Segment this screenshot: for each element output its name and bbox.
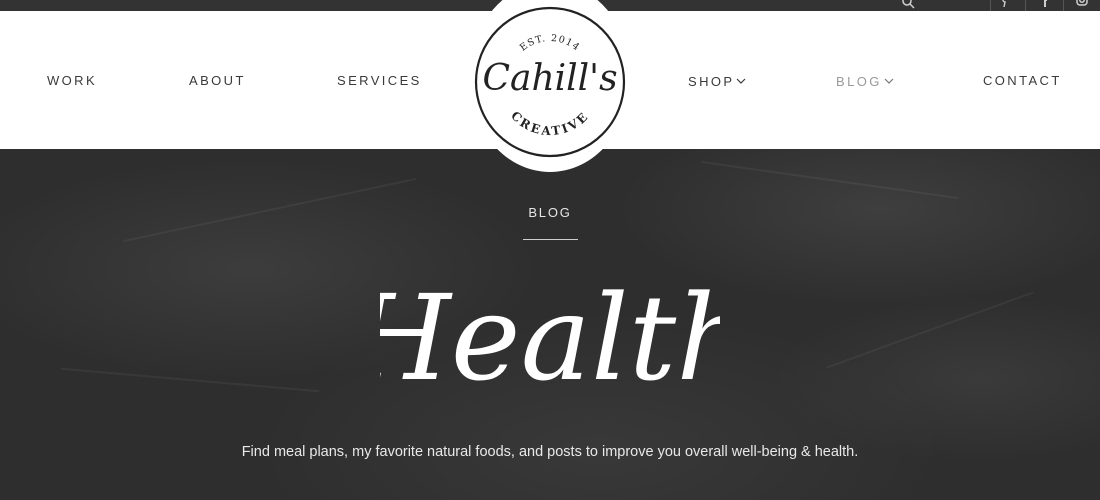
- chalk-streak: [701, 160, 959, 200]
- hero-title-text: Health: [380, 269, 720, 407]
- nav-blog-label: BLOG: [836, 74, 882, 89]
- nav-blog[interactable]: BLOG: [836, 73, 894, 89]
- topbar-divider: [990, 0, 991, 11]
- search-icon[interactable]: [902, 0, 917, 11]
- nav-contact[interactable]: CONTACT: [983, 73, 1062, 88]
- chalk-streak: [826, 291, 1034, 369]
- eyebrow-divider: [523, 239, 578, 240]
- hero-description: Find meal plans, my favorite natural foo…: [241, 444, 859, 460]
- chevron-down-icon: [736, 73, 746, 88]
- chalk-streak: [60, 367, 320, 393]
- hero-banner: BLOG Health Find meal plans, my favorite…: [0, 149, 1100, 500]
- facebook-icon[interactable]: [1040, 0, 1055, 11]
- topbar-divider: [1063, 0, 1064, 11]
- chevron-down-icon: [884, 73, 894, 88]
- hero-eyebrow: BLOG: [528, 205, 572, 220]
- nav-shop[interactable]: SHOP: [688, 73, 746, 89]
- logo-name-text: Cahill's: [482, 58, 617, 99]
- instagram-icon[interactable]: [1076, 0, 1091, 11]
- site-logo[interactable]: EST. 2014 Cahill's CREATIVE: [469, 0, 631, 172]
- nav-about[interactable]: ABOUT: [189, 73, 246, 88]
- topbar-divider: [1025, 0, 1026, 11]
- nav-shop-label: SHOP: [688, 74, 735, 89]
- nav-work[interactable]: WORK: [47, 73, 97, 88]
- pinterest-icon[interactable]: [1002, 0, 1017, 11]
- logo-badge: EST. 2014 Cahill's CREATIVE: [471, 3, 629, 161]
- hero-title: Health: [380, 269, 720, 407]
- nav-services[interactable]: SERVICES: [337, 73, 422, 88]
